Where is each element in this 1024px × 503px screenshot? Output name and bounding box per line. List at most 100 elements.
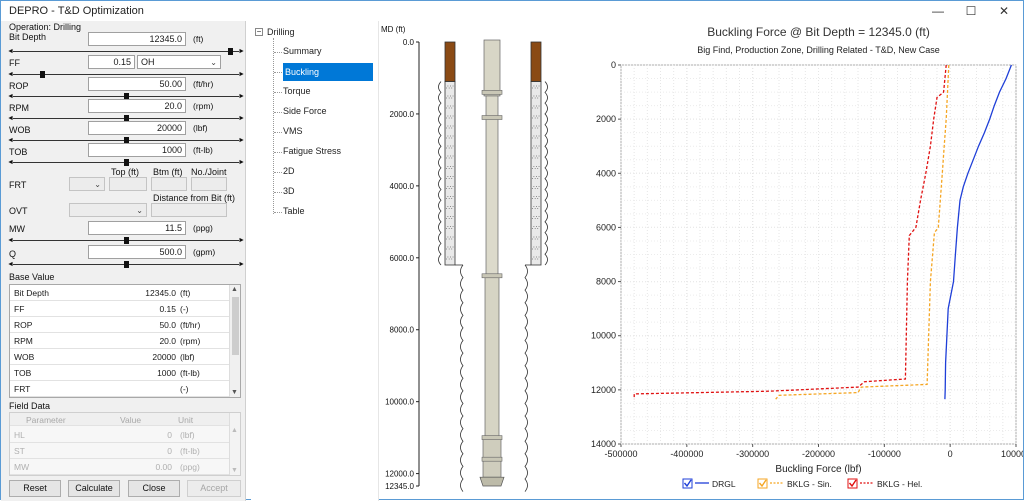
chevron-down-icon: ⌄ <box>136 206 143 215</box>
base-value-row[interactable]: ROP 50.0 (ft/hr) <box>10 317 240 333</box>
field-data-scrollbar[interactable]: ▲ ▼ <box>229 413 240 475</box>
base-value-grid: Bit Depth 12345.0 (ft) FF 0.15 (-) ROP 50.0 (ft/… <box>9 284 241 398</box>
collapse-icon[interactable]: − <box>255 28 263 36</box>
cement-pattern: ∴∵ <box>532 105 540 111</box>
q-unit: (gpm) <box>193 247 216 257</box>
scroll-down-icon[interactable]: ▼ <box>231 389 238 396</box>
scroll-up-icon[interactable]: ▲ <box>231 286 238 293</box>
tree-branch-line <box>274 192 282 193</box>
base-row-value: 12345.0 <box>145 288 176 298</box>
tree-item-summary[interactable]: Summary <box>283 46 322 56</box>
cement-pattern: ∴∵ <box>446 95 454 101</box>
ff-input[interactable]: 0.15 <box>88 55 135 69</box>
close-button[interactable]: Close <box>128 480 180 497</box>
scroll-down-icon[interactable]: ▼ <box>231 467 238 474</box>
cement-pattern: ∴∵ <box>446 125 454 131</box>
field-row-value: 0 <box>167 430 172 440</box>
base-value-row[interactable]: Bit Depth 12345.0 (ft) <box>10 285 240 301</box>
x-tick-label: -100000 <box>868 449 901 459</box>
calculate-button[interactable]: Calculate <box>68 480 120 497</box>
rpm-unit: (rpm) <box>193 101 214 111</box>
tree-item-side-force[interactable]: Side Force <box>283 106 327 116</box>
tree-item-torque[interactable]: Torque <box>283 86 311 96</box>
x-tick-label: -500000 <box>604 449 637 459</box>
mw-slider[interactable]: ◄ ► <box>7 236 245 245</box>
close-window-button[interactable]: ✕ <box>987 1 1021 21</box>
wellbore-tick-label: 8000.0 <box>390 326 415 335</box>
tree-root-drilling[interactable]: Drilling <box>267 27 295 37</box>
legend-label-1: DRGL <box>712 479 736 489</box>
bit-depth-unit: (ft) <box>193 34 204 44</box>
scrollbar-thumb[interactable] <box>232 297 239 355</box>
frt-label: FRT <box>9 180 27 190</box>
base-row-name: ROP <box>14 320 33 330</box>
window-title: DEPRO - T&D Optimization <box>9 5 144 17</box>
q-input[interactable]: 500.0 <box>88 245 186 259</box>
scroll-up-icon[interactable]: ▲ <box>231 427 238 434</box>
y-tick-label: 10000 <box>591 331 616 341</box>
q-slider[interactable]: ◄ ► <box>7 260 245 269</box>
frt-joint-input[interactable] <box>191 177 227 191</box>
base-value-row[interactable]: FRT (-) <box>10 381 240 397</box>
wellbore-tick-label: 10000.0 <box>385 398 414 407</box>
base-row-name: Bit Depth <box>14 288 49 298</box>
legend-label-2: BKLG - Sin. <box>787 479 832 489</box>
field-row-value: 0.00 <box>155 462 172 472</box>
base-row-unit: (ft/hr) <box>180 320 201 330</box>
ff-mode-select[interactable]: OH ⌄ <box>137 55 221 69</box>
y-tick-label: 8000 <box>596 277 616 287</box>
tree-item-table[interactable]: Table <box>283 206 305 216</box>
rpm-input[interactable]: 20.0 <box>88 99 186 113</box>
base-value-scrollbar[interactable]: ▲ ▼ <box>229 285 240 397</box>
cement-pattern: ∴∵ <box>446 185 454 191</box>
field-row-name: HL <box>14 430 25 440</box>
frt-btm-input[interactable] <box>151 177 187 191</box>
cement-pattern: ∴∵ <box>532 256 540 262</box>
slider-thumb[interactable] <box>39 71 45 78</box>
base-value-row[interactable]: RPM 20.0 (rpm) <box>10 333 240 349</box>
base-value-row[interactable]: TOB 1000 (ft-lb) <box>10 365 240 381</box>
parameters-panel: Operation: Drilling Bit Depth 12345.0 (f… <box>1 21 246 501</box>
cement-pattern: ∴∵ <box>446 105 454 111</box>
frt-select[interactable]: ⌄ <box>69 177 105 191</box>
accept-button[interactable]: Accept <box>187 480 241 497</box>
heavy-weight-pipe <box>484 275 500 438</box>
y-tick-label: 14000 <box>591 439 616 449</box>
ovt-distance-input[interactable] <box>151 203 227 217</box>
tob-slider[interactable]: ◄ ► <box>7 158 245 167</box>
open-hole-wall <box>524 264 528 492</box>
slider-thumb[interactable] <box>124 261 129 268</box>
ovt-select[interactable]: ⌄ <box>69 203 147 217</box>
frt-top-input[interactable] <box>109 177 147 191</box>
tree-item-3d[interactable]: 3D <box>283 186 295 196</box>
base-value-row[interactable]: FF 0.15 (-) <box>10 301 240 317</box>
wob-input[interactable]: 20000 <box>88 121 186 135</box>
bit-depth-input[interactable]: 12345.0 <box>88 32 186 46</box>
buckling-chart: Buckling Force @ Bit Depth = 12345.0 (ft… <box>574 21 1024 499</box>
base-row-unit: (lbf) <box>180 352 195 362</box>
slider-thumb[interactable] <box>228 48 234 55</box>
base-value-row[interactable]: WOB 20000 (lbf) <box>10 349 240 365</box>
mw-input[interactable]: 11.5 <box>88 221 186 235</box>
tree-item-fatigue-stress[interactable]: Fatigue Stress <box>283 146 341 156</box>
tob-unit: (ft-lb) <box>193 145 213 155</box>
base-row-unit: (rpm) <box>180 336 201 346</box>
tree-item-vms[interactable]: VMS <box>283 126 303 136</box>
cement-pattern: ∴∵ <box>446 145 454 151</box>
minimize-button[interactable]: — <box>921 1 955 21</box>
y-tick-label: 6000 <box>596 222 616 232</box>
slider-thumb[interactable] <box>124 237 129 244</box>
slider-thumb[interactable] <box>124 159 129 166</box>
frt-top-header: Top (ft) <box>111 167 140 177</box>
maximize-button[interactable]: ☐ <box>954 1 988 21</box>
mw-unit: (ppg) <box>193 223 213 233</box>
tree-item-buckling[interactable]: Buckling <box>283 63 373 81</box>
cement-pattern: ∴∵ <box>532 135 540 141</box>
cement-pattern: ∴∵ <box>532 115 540 121</box>
tob-input[interactable]: 1000 <box>88 143 186 157</box>
reset-button[interactable]: Reset <box>9 480 61 497</box>
rop-input[interactable]: 50.00 <box>88 77 186 91</box>
cement-pattern: ∴∵ <box>532 226 540 232</box>
cement-pattern: ∴∵ <box>532 155 540 161</box>
tree-item-2d[interactable]: 2D <box>283 166 295 176</box>
